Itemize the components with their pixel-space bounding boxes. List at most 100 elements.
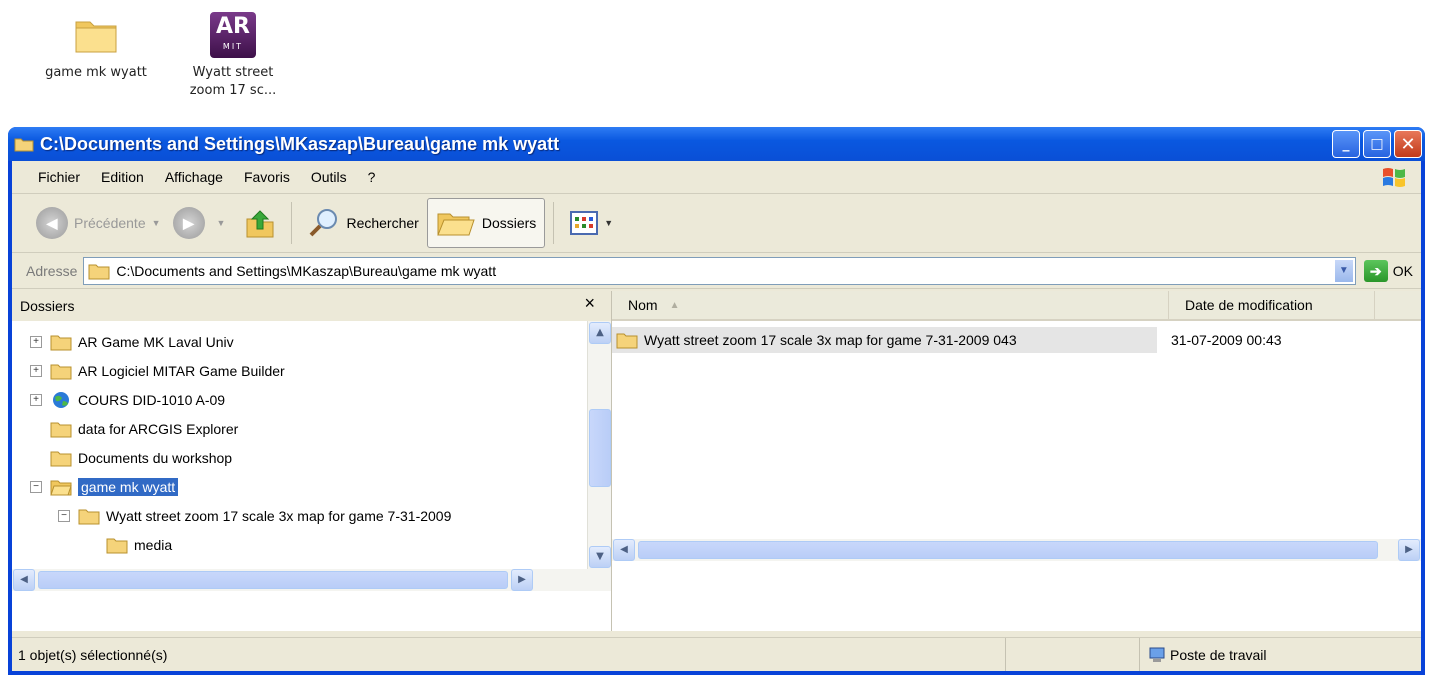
desktop-icon-label: Wyatt street zoom 17 sc...	[189, 65, 277, 98]
scroll-left-button[interactable]: ◀	[613, 539, 635, 561]
tree-item[interactable]: − Wyatt street zoom 17 scale 3x map for …	[12, 501, 587, 530]
chevron-down-icon: ▼	[151, 218, 161, 228]
folder-icon	[50, 335, 72, 350]
scroll-thumb[interactable]	[638, 541, 1378, 559]
folder-icon	[50, 451, 72, 466]
close-button[interactable]: ✕	[1394, 130, 1422, 158]
file-list-pane: Nom ▲ Date de modification Wyatt street …	[612, 291, 1421, 631]
computer-icon	[1149, 647, 1165, 662]
desktop-icon-label: game mk wyatt	[45, 65, 147, 80]
scroll-right-button[interactable]: ▶	[511, 569, 533, 591]
menu-edition[interactable]: Edition	[101, 169, 144, 185]
folders-horizontal-scrollbar[interactable]: ◀ ▶	[12, 569, 611, 591]
toolbar-separator	[553, 202, 555, 244]
folders-button[interactable]: Dossiers	[426, 198, 546, 248]
back-button[interactable]: ◀ Précédente ▼	[36, 207, 161, 239]
views-button[interactable]: ▼	[562, 198, 621, 248]
folder-icon	[106, 538, 128, 553]
back-arrow-icon: ◀	[36, 207, 68, 239]
list-horizontal-scrollbar[interactable]: ◀ ▶	[612, 539, 1421, 561]
tree-item[interactable]: + AR Logiciel MITAR Game Builder	[12, 356, 587, 385]
desktop-icon-game-mk-wyatt[interactable]: game mk wyatt	[36, 6, 156, 82]
tree-item[interactable]: + COURS DID-1010 A-09	[12, 385, 587, 414]
ar-app-icon: AR MIT	[173, 6, 293, 64]
sort-ascending-icon: ▲	[669, 299, 680, 311]
toolbar: ◀ Précédente ▼ ▶ ▼ Rechercher Dossiers ▼	[12, 194, 1421, 253]
address-label: Adresse	[26, 262, 78, 279]
views-icon	[570, 211, 599, 235]
forward-arrow-icon: ▶	[172, 207, 205, 239]
folder-icon	[88, 264, 110, 279]
tree-item-selected[interactable]: − game mk wyatt	[12, 472, 587, 501]
folder-icon	[14, 138, 34, 152]
collapse-icon[interactable]: −	[58, 509, 70, 522]
folder-icon	[616, 333, 638, 349]
explorer-window: C:\Documents and Settings\MKaszap\Bureau…	[8, 127, 1425, 675]
folders-icon	[437, 213, 475, 236]
menu-fichier[interactable]: Fichier	[38, 169, 80, 185]
up-folder-button[interactable]	[237, 198, 283, 248]
folders-vertical-scrollbar[interactable]: ▲ ▼	[587, 321, 611, 569]
menu-favoris[interactable]: Favoris	[244, 169, 290, 185]
close-pane-button[interactable]: ×	[584, 293, 595, 314]
expand-icon[interactable]: +	[30, 335, 42, 348]
folders-pane-title: Dossiers	[20, 298, 75, 314]
scroll-left-button[interactable]: ◀	[13, 569, 35, 591]
tree-item[interactable]: data for ARCGIS Explorer	[12, 414, 587, 443]
folder-icon	[78, 509, 100, 524]
title-bar[interactable]: C:\Documents and Settings\MKaszap\Bureau…	[8, 127, 1425, 161]
menu-help[interactable]: ?	[368, 169, 376, 185]
search-button[interactable]: Rechercher	[300, 198, 426, 248]
scroll-thumb[interactable]	[38, 571, 508, 589]
file-date-cell: 31-07-2009 00:43	[1171, 332, 1282, 348]
expand-icon[interactable]: +	[30, 393, 42, 406]
tree-item[interactable]: Documents du workshop	[12, 443, 587, 472]
menu-bar: Fichier Edition Affichage Favoris Outils…	[12, 161, 1421, 194]
folder-icon	[36, 6, 156, 64]
folder-open-icon	[50, 480, 72, 495]
status-bar: 1 objet(s) sélectionné(s) Poste de trava…	[12, 637, 1421, 671]
folder-icon	[50, 364, 72, 379]
expand-icon[interactable]: +	[30, 364, 42, 377]
folder-tree: + AR Game MK Laval Univ + AR Logiciel MI…	[12, 321, 587, 569]
tree-item[interactable]: media	[12, 530, 587, 559]
status-text: 1 objet(s) sélectionné(s)	[12, 638, 1006, 671]
folders-pane: Dossiers × + AR Game MK Laval Univ + AR …	[12, 291, 612, 631]
scroll-down-button[interactable]: ▼	[589, 546, 611, 568]
column-header-name[interactable]: Nom ▲	[612, 291, 1169, 319]
collapse-icon[interactable]: −	[30, 480, 42, 493]
menu-outils[interactable]: Outils	[311, 169, 347, 185]
folder-icon	[50, 422, 72, 437]
up-folder-icon	[246, 210, 274, 238]
content-panes: Dossiers × + AR Game MK Laval Univ + AR …	[12, 291, 1421, 631]
file-row[interactable]: Wyatt street zoom 17 scale 3x map for ga…	[612, 327, 1421, 353]
column-header-date[interactable]: Date de modification	[1169, 291, 1375, 319]
file-name-cell[interactable]: Wyatt street zoom 17 scale 3x map for ga…	[612, 327, 1157, 353]
status-section	[1006, 638, 1140, 671]
go-arrow-icon: ➔	[1363, 259, 1388, 282]
address-bar: Adresse C:\Documents and Settings\MKasza…	[12, 253, 1421, 289]
scroll-thumb[interactable]	[589, 409, 611, 487]
address-dropdown-button[interactable]: ▼	[1333, 258, 1354, 283]
menu-affichage[interactable]: Affichage	[165, 169, 223, 185]
minimize-button[interactable]: _	[1332, 130, 1360, 158]
windows-logo-icon	[1383, 168, 1405, 187]
address-input[interactable]: C:\Documents and Settings\MKaszap\Bureau…	[83, 256, 1356, 285]
address-path: C:\Documents and Settings\MKaszap\Bureau…	[116, 262, 497, 279]
scroll-right-button[interactable]: ▶	[1398, 539, 1420, 561]
globe-icon	[53, 391, 69, 408]
tree-item[interactable]: + AR Game MK Laval Univ	[12, 327, 587, 356]
go-button[interactable]: ➔ OK	[1356, 259, 1421, 282]
desktop-icon-wyatt-street[interactable]: AR MIT Wyatt street zoom 17 sc...	[173, 6, 293, 100]
column-headers: Nom ▲ Date de modification	[612, 291, 1421, 321]
folders-pane-header: Dossiers ×	[12, 291, 611, 321]
toolbar-separator	[291, 202, 293, 244]
window-title: C:\Documents and Settings\MKaszap\Bureau…	[40, 133, 560, 154]
chevron-down-icon: ▼	[604, 218, 614, 228]
search-icon	[310, 209, 338, 237]
status-location: Poste de travail	[1140, 646, 1421, 664]
chevron-down-icon: ▼	[216, 218, 226, 228]
forward-button[interactable]: ▶ ▼	[172, 207, 226, 239]
scroll-up-button[interactable]: ▲	[589, 322, 611, 344]
maximize-button[interactable]: □	[1363, 130, 1391, 158]
